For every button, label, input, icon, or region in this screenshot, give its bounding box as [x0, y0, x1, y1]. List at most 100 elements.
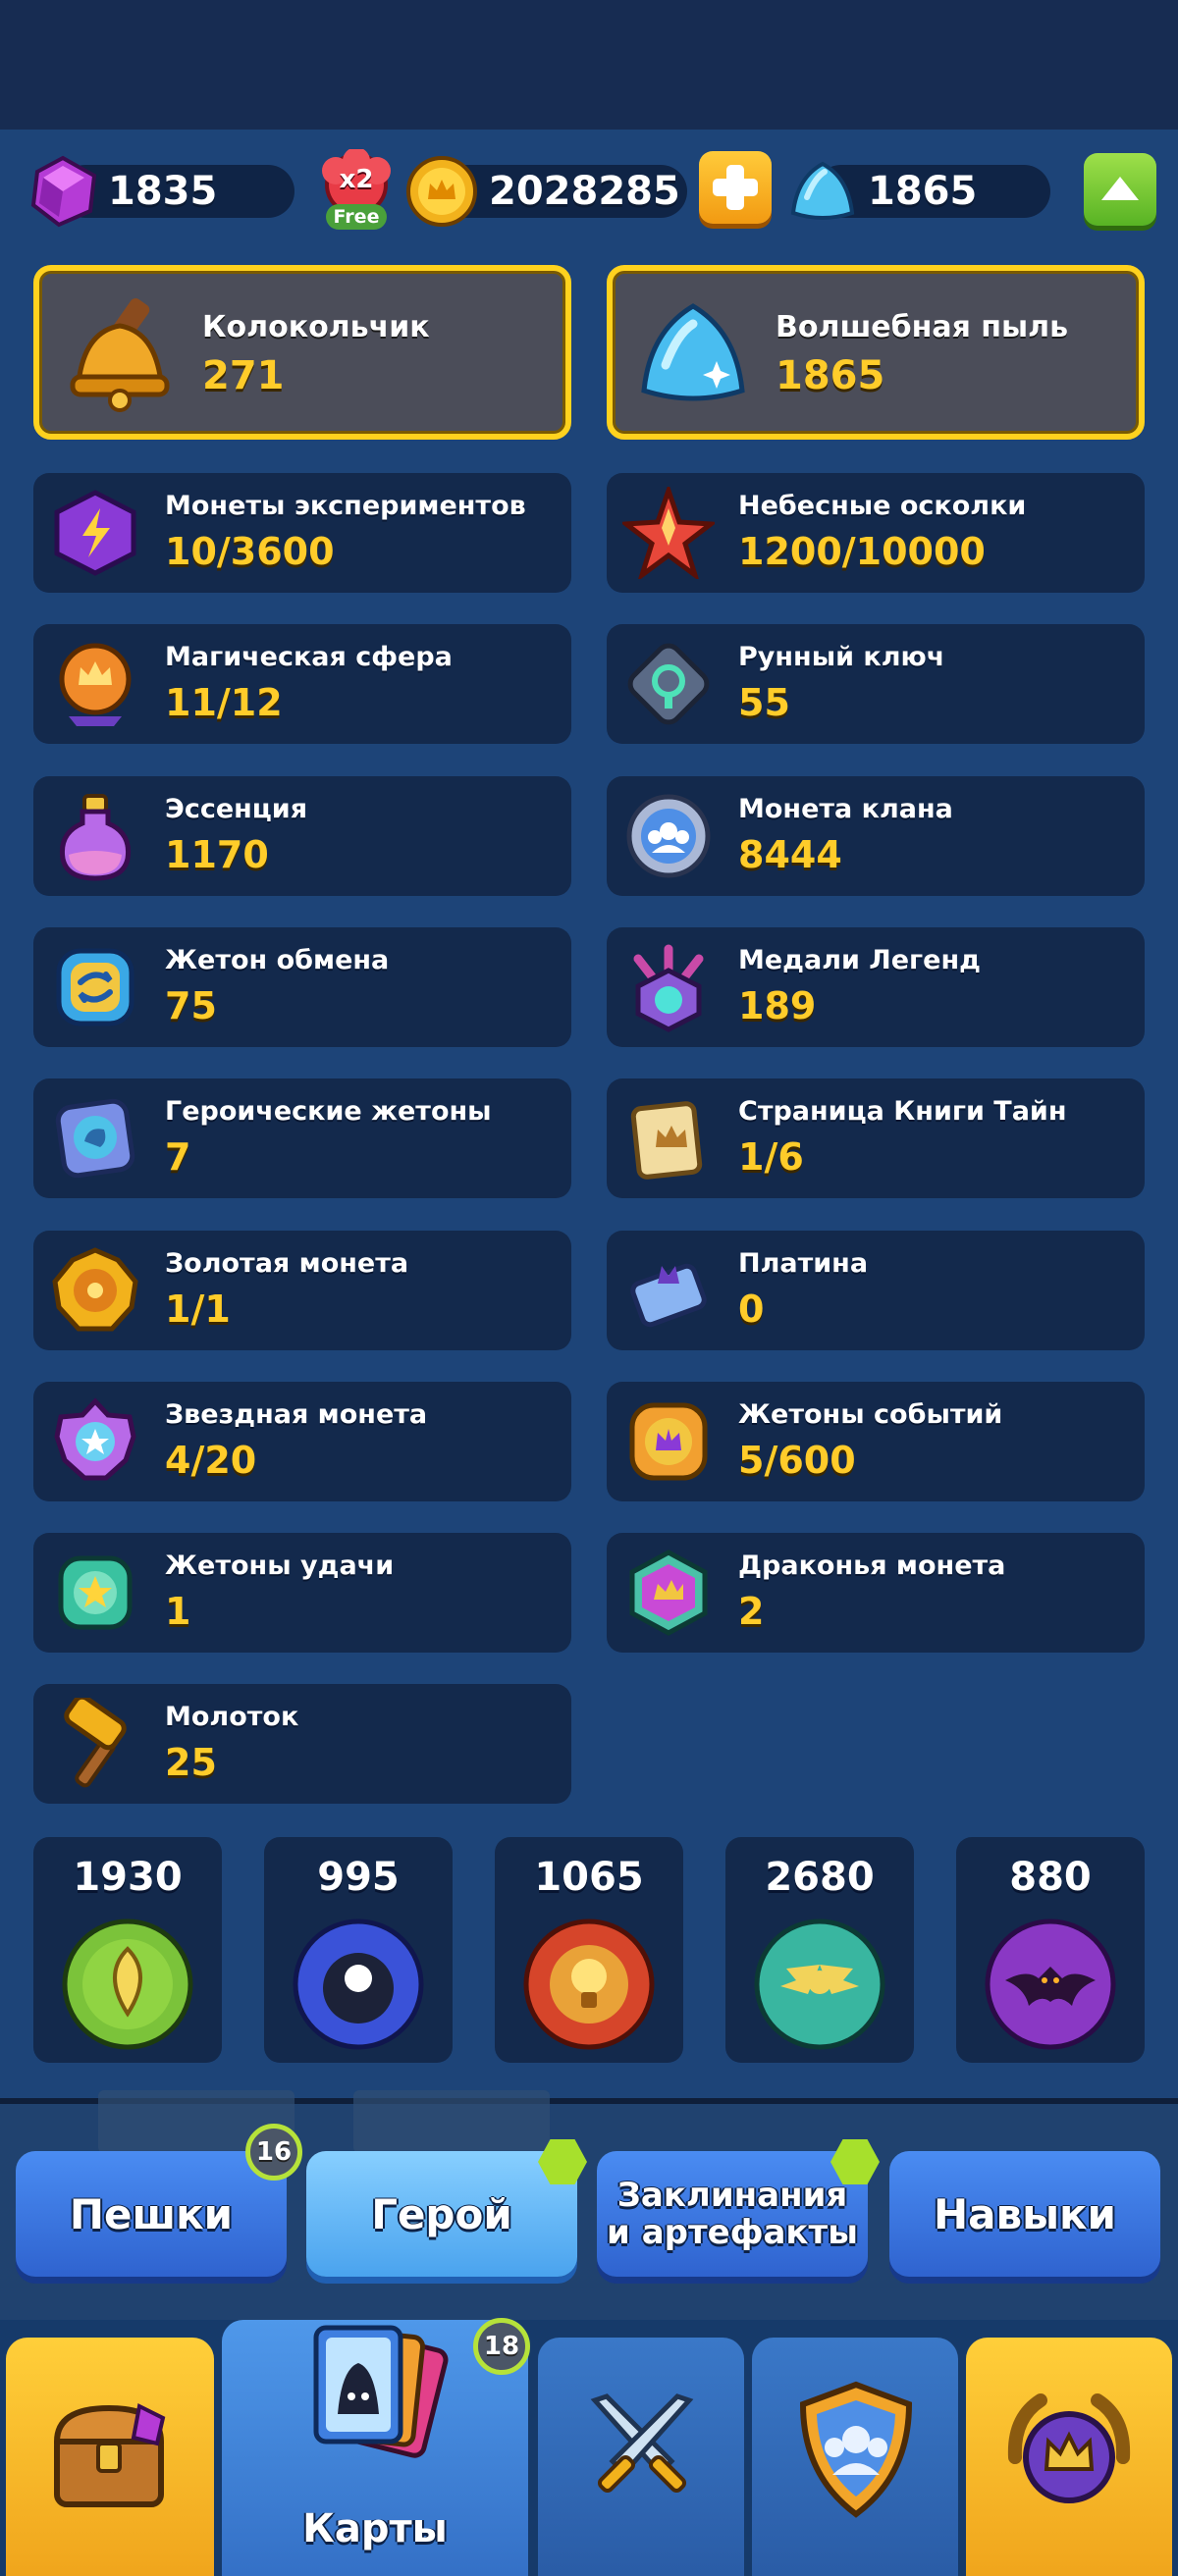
luck-token-icon [58, 1555, 133, 1630]
plus-icon [713, 165, 758, 210]
resource-card[interactable]: Звездная монета 4/20 [33, 1382, 571, 1501]
resource-name: Небесные осколки [738, 491, 1027, 521]
resource-name: Магическая сфера [165, 642, 453, 672]
pawns-count: 16 [255, 2137, 293, 2167]
resource-value: 10/3600 [165, 530, 335, 573]
resource-card[interactable]: Монета клана 8444 [607, 776, 1145, 896]
lightbulb-orb-icon [523, 1919, 655, 2050]
add-coins-button[interactable] [699, 151, 772, 224]
bottom-nav: Карты 18 [0, 2318, 1178, 2576]
resource-value: 4/20 [165, 1439, 257, 1482]
cards-count: 18 [483, 2332, 520, 2361]
dust-value-card: 1865 [776, 353, 885, 398]
x2-label: x2 [339, 165, 374, 194]
resource-card[interactable]: Платина 0 [607, 1231, 1145, 1350]
bat-orb-icon [985, 1919, 1116, 2050]
resource-card[interactable]: Эссенция 1170 [33, 776, 571, 896]
tab-skills-label: Навыки [934, 2189, 1116, 2238]
resource-value: 5/600 [738, 1439, 856, 1482]
resource-card[interactable]: Героические жетоны 7 [33, 1078, 571, 1198]
resource-card[interactable]: Жетон обмена 75 [33, 927, 571, 1047]
resource-card[interactable]: Жетоны удачи 1 [33, 1533, 571, 1653]
pawns-count-badge: 16 [245, 2124, 302, 2181]
orb-value: 1065 [534, 1855, 644, 1900]
free-label: Free [326, 204, 387, 230]
orb-card[interactable]: 880 [956, 1837, 1145, 2063]
orb-card[interactable]: 995 [264, 1837, 453, 2063]
nav-battle[interactable] [538, 2338, 744, 2576]
resource-value: 25 [165, 1741, 217, 1784]
chest-icon [53, 2403, 166, 2507]
crossed-swords-icon [590, 2393, 694, 2494]
resource-card[interactable]: Рунный ключ 55 [607, 624, 1145, 744]
event-token-icon [629, 1402, 708, 1481]
dragon-coin-icon [629, 1550, 708, 1636]
hidden-card-ghost [353, 2090, 550, 2153]
resource-name: Молоток [165, 1702, 299, 1732]
coins-counter[interactable]: 2028285 [404, 147, 680, 236]
resource-value: 7 [165, 1135, 191, 1179]
orb-value: 1930 [73, 1855, 183, 1900]
category-tabs: Пешки 16 Герой Заклинания и артефакты На… [0, 2090, 1178, 2320]
eight-ball-orb-icon [293, 1919, 424, 2050]
laurel-crown-icon [1007, 2393, 1131, 2503]
platinum-icon [630, 1263, 707, 1328]
resource-card[interactable]: Монеты экспериментов 10/3600 [33, 473, 571, 593]
resource-card[interactable]: Небесные осколки 1200/10000 [607, 473, 1145, 593]
resource-value: 1 [165, 1590, 191, 1633]
resource-name: Эссенция [165, 794, 308, 824]
nav-shop[interactable] [6, 2338, 214, 2576]
tab-spells-label-2: и артефакты [607, 2213, 858, 2252]
orb-card[interactable]: 1930 [33, 1837, 222, 2063]
resource-card[interactable]: Молоток 25 [33, 1684, 571, 1804]
resource-name: Медали Легенд [738, 945, 981, 975]
rune-key-icon [627, 643, 710, 725]
gem-icon [30, 155, 97, 228]
orb-card[interactable]: 1065 [495, 1837, 683, 2063]
dust-counter[interactable]: 1865 [785, 147, 977, 236]
legend-medal-icon [633, 944, 704, 1032]
clan-coin-icon [626, 794, 711, 878]
tab-spells-artifacts[interactable]: Заклинания и артефакты [597, 2151, 868, 2277]
resource-value: 1200/10000 [738, 530, 986, 573]
featured-card-dust[interactable]: Волшебная пыль 1865 [607, 265, 1145, 440]
cards-count-badge: 18 [473, 2318, 530, 2375]
tab-pawns[interactable]: Пешки [16, 2151, 287, 2277]
tab-skills[interactable]: Навыки [889, 2151, 1160, 2277]
dust-name: Волшебная пыль [776, 310, 1069, 344]
heroic-token-icon [55, 1098, 135, 1179]
nav-legends[interactable] [966, 2338, 1172, 2576]
resource-card[interactable]: Магическая сфера 11/12 [33, 624, 571, 744]
resource-card[interactable]: Страница Книги Тайн 1/6 [607, 1078, 1145, 1198]
gems-counter[interactable]: 1835 [26, 147, 217, 236]
expand-button[interactable] [1084, 153, 1156, 226]
bell-icon [70, 298, 170, 412]
nav-clan[interactable] [752, 2338, 958, 2576]
resource-value: 1170 [165, 833, 269, 876]
resource-card[interactable]: Медали Легенд 189 [607, 927, 1145, 1047]
tab-hero[interactable]: Герой [306, 2151, 577, 2277]
resource-name: Монета клана [738, 794, 953, 824]
resource-value: 75 [165, 984, 217, 1027]
resource-name: Звездная монета [165, 1399, 428, 1430]
featured-card-bell[interactable]: Колокольчик 271 [33, 265, 571, 440]
resource-name: Героические жетоны [165, 1096, 492, 1127]
x2-free-badge[interactable]: x2 Free [314, 147, 399, 234]
resource-value: 11/12 [165, 681, 283, 724]
dust-value: 1865 [868, 169, 978, 214]
status-area [0, 0, 1178, 130]
resource-card[interactable]: Драконья монета 2 [607, 1533, 1145, 1653]
resource-card[interactable]: Золотая монета 1/1 [33, 1231, 571, 1350]
resource-value: 0 [738, 1288, 765, 1331]
magic-sphere-icon [59, 643, 132, 726]
tab-spells-label-1: Заклинания [616, 2176, 848, 2215]
resource-name: Монеты экспериментов [165, 491, 526, 521]
tab-pawns-label: Пешки [69, 2189, 234, 2238]
resource-value: 1/6 [738, 1135, 804, 1179]
orb-card[interactable]: 2680 [725, 1837, 914, 2063]
resource-value: 55 [738, 681, 790, 724]
resource-card[interactable]: Жетоны событий 5/600 [607, 1382, 1145, 1501]
orb-value: 880 [1009, 1855, 1092, 1900]
resource-name: Драконья монета [738, 1551, 1006, 1581]
resource-name: Рунный ключ [738, 642, 945, 672]
